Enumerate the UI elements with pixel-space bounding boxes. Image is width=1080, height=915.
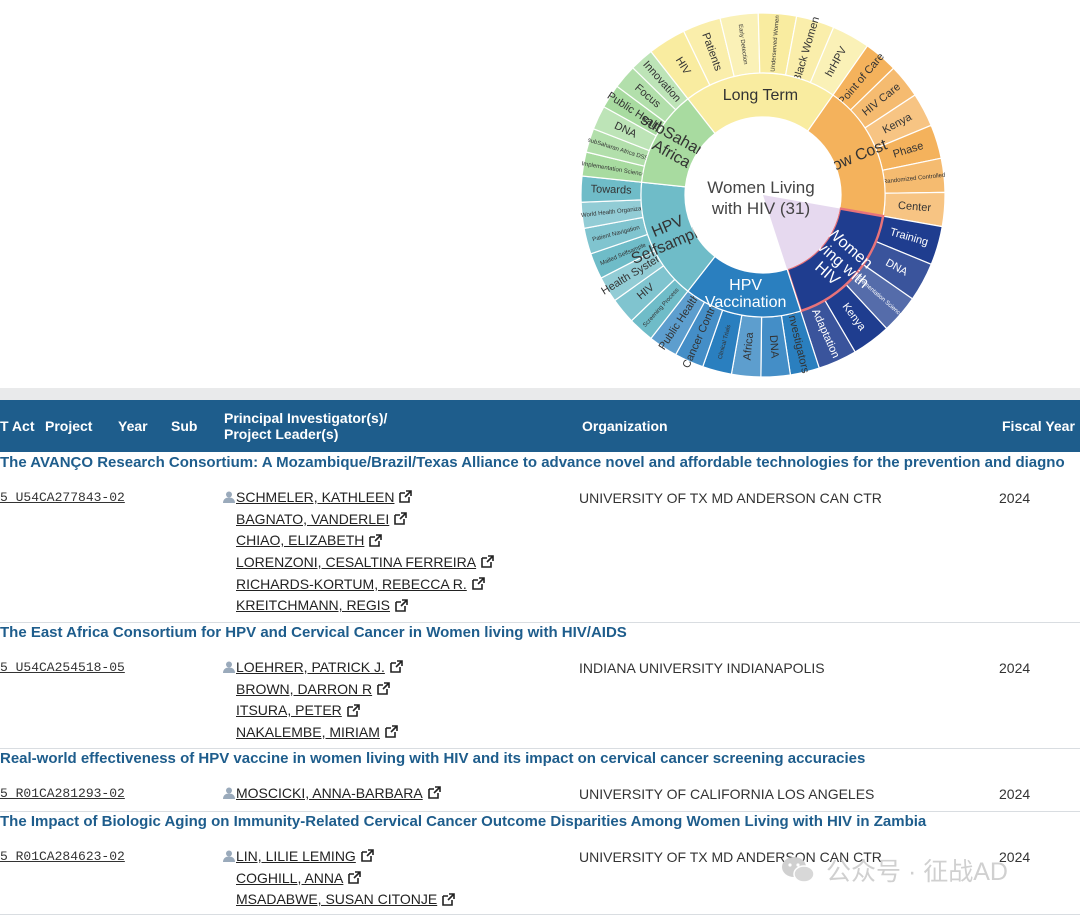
project-number-link[interactable]: 5 R01CA284623-02 [0,849,125,864]
external-link-icon[interactable] [390,660,403,674]
pi-entry: ITSURA, PETER [222,699,403,721]
external-link-icon[interactable] [442,892,456,906]
header-year[interactable]: Year [118,400,148,452]
external-link-icon[interactable] [385,725,398,739]
grant-row: Real-world effectiveness of HPV vaccine … [0,748,1080,812]
person-icon [223,787,235,799]
pi-name-link[interactable]: RICHARDS-KORTUM, REBECCA R. [236,576,467,592]
pi-name-link[interactable]: LORENZONI, CESALTINA FERREIRA [236,554,476,570]
watermark: 公众号 · 征战AD [780,852,1008,888]
external-link-icon[interactable] [471,577,485,590]
organization: INDIANA UNIVERSITY INDIANAPOLIS [579,660,825,676]
section-divider [0,388,1080,400]
header-fiscal-year[interactable]: Fiscal Year [1002,400,1075,452]
pi-entry: BROWN, DARRON R [222,678,403,700]
external-link-icon[interactable] [348,871,362,884]
person-icon [223,491,235,503]
header-act[interactable]: T Act [0,400,34,452]
fiscal-year: 2024 [999,660,1031,676]
fiscal-year: 2024 [999,786,1031,802]
sunburst-outer-label: DNA [767,335,781,360]
sunburst-chart[interactable]: HIV Patients Early Detection Underserved Wo… [580,12,950,382]
pi-entry: LORENZONI, CESALTINA FERREIRA [222,551,494,573]
pi-name-link[interactable]: CHIAO, ELIZABETH [236,532,364,548]
external-link-icon[interactable] [346,703,360,717]
pi-name-link[interactable]: COGHILL, ANNA [236,870,343,886]
pi-name-link[interactable]: MSADABWE, SUSAN CITONJE [236,891,437,907]
grant-title[interactable]: Real-world effectiveness of HPV vaccine … [0,750,865,767]
sunburst-outer-label: Towards [590,183,632,196]
sunburst-center-label: with HIV (31) [711,199,810,218]
person-icon [223,850,235,862]
grant-title[interactable]: The Impact of Biologic Aging on Immunity… [0,813,926,830]
pi-entry: RICHARDS-KORTUM, REBECCA R. [222,573,494,595]
pi-name-link[interactable]: NAKALEMBE, MIRIAM [236,724,380,740]
wechat-icon [782,857,815,883]
sunburst-inner-label: Long Term [723,87,798,104]
header-pi[interactable]: Principal Investigator(s)/ Project Leade… [224,400,424,452]
pi-list: LIN, LILIE LEMING COGHILL, ANNA MSADABWE, … [222,845,456,910]
pi-name-link[interactable]: KREITCHMANN, REGIS [236,597,390,613]
header-organization[interactable]: Organization [582,400,668,452]
pi-entry: NAKALEMBE, MIRIAM [222,721,403,743]
project-number-link[interactable]: 5 U54CA277843-02 [0,490,125,505]
external-link-icon[interactable] [427,786,441,800]
header-project[interactable]: Project [45,400,92,452]
table-header: T Act Project Year Sub Principal Investi… [0,400,1080,452]
external-link-icon[interactable] [369,533,383,547]
pi-entry: COGHILL, ANNA [222,867,455,889]
external-link-icon[interactable] [395,598,408,612]
project-number-link[interactable]: 5 R01CA281293-02 [0,786,125,801]
external-link-icon[interactable] [394,512,408,525]
pi-entry: MSADABWE, SUSAN CITONJE [222,888,456,910]
sunburst-center-label: Women Living [707,178,814,197]
pi-entry: KREITCHMANN, REGIS [222,594,494,616]
external-link-icon[interactable] [377,682,390,695]
pi-entry: BAGNATO, VANDERLEI [222,508,494,530]
external-link-icon[interactable] [361,849,374,863]
external-link-icon[interactable] [399,490,413,504]
grant-row: The AVANÇO Research Consortium: A Mozamb… [0,452,1080,623]
watermark-text: 公众号 · 征战AD [826,858,1008,886]
pi-list: MOSCICKI, ANNA-BARBARA [222,782,441,804]
pi-list: SCHMELER, KATHLEEN BAGNATO, VANDERLEI CHIA… [222,486,494,616]
pi-entry: LOEHRER, PATRICK J. [222,656,403,678]
pi-name-link[interactable]: BAGNATO, VANDERLEI [236,511,389,527]
pi-list: LOEHRER, PATRICK J. BROWN, DARRON R ITSURA… [222,656,403,743]
header-sub[interactable]: Sub [171,400,197,452]
external-link-icon[interactable] [481,555,494,569]
sunburst-panel: HIV Patients Early Detection Underserved Wo… [0,0,1080,388]
pi-name-link[interactable]: BROWN, DARRON R [236,681,372,697]
pi-name-link[interactable]: SCHMELER, KATHLEEN [236,489,394,505]
grant-title[interactable]: The East Africa Consortium for HPV and C… [0,624,627,641]
pi-entry: LIN, LILIE LEMING [222,845,455,867]
pi-name-link[interactable]: LOEHRER, PATRICK J. [236,659,385,675]
organization: UNIVERSITY OF TX MD ANDERSON CAN CTR [579,490,882,506]
organization: UNIVERSITY OF CALIFORNIA LOS ANGELES [579,786,875,802]
fiscal-year: 2024 [999,490,1031,506]
pi-entry: MOSCICKI, ANNA-BARBARA [222,782,441,804]
grant-row: The East Africa Consortium for HPV and C… [0,622,1080,749]
pi-name-link[interactable]: LIN, LILIE LEMING [236,848,356,864]
grant-title[interactable]: The AVANÇO Research Consortium: A Mozamb… [0,454,1065,471]
pi-entry: SCHMELER, KATHLEEN [222,486,494,508]
pi-entry: CHIAO, ELIZABETH [222,529,494,551]
pi-name-link[interactable]: ITSURA, PETER [236,702,342,718]
pi-name-link[interactable]: MOSCICKI, ANNA-BARBARA [236,785,423,801]
project-number-link[interactable]: 5 U54CA254518-05 [0,660,125,675]
person-icon [223,661,235,673]
